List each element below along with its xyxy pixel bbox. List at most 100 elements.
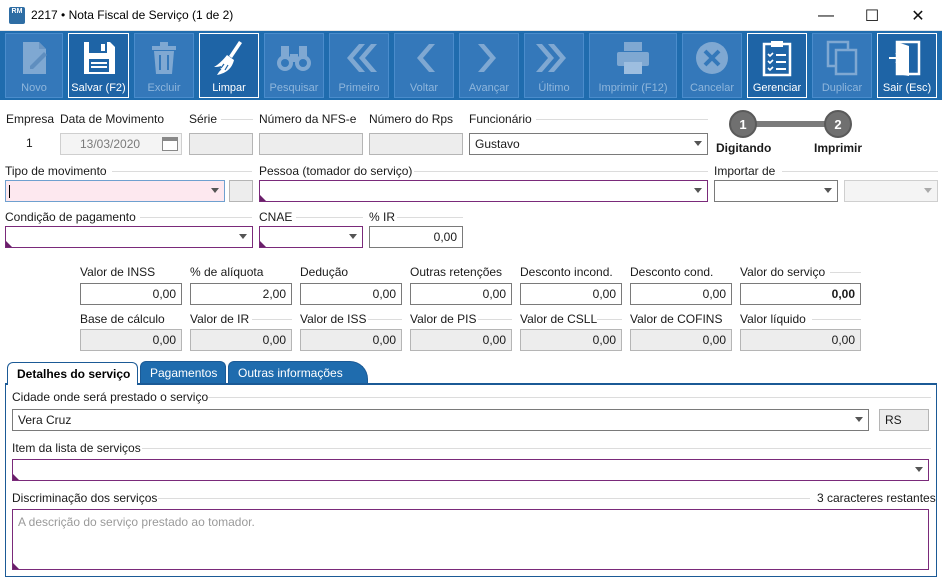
double-chevron-left-icon xyxy=(347,44,377,72)
ir-percent-label: % IR xyxy=(369,210,396,224)
step-2-label: Imprimir xyxy=(814,141,863,155)
salvar-button[interactable]: Salvar (F2) xyxy=(68,33,129,98)
data-movimento-field[interactable]: 13/03/2020 xyxy=(60,133,182,155)
empresa-label: Empresa xyxy=(6,112,55,126)
calendar-icon[interactable] xyxy=(162,137,178,151)
gerenciar-button[interactable]: Gerenciar xyxy=(747,33,807,98)
numero-nfse-label: Número da NFS-e xyxy=(259,112,357,126)
numero-rps-field xyxy=(369,133,463,155)
aliquota-label: % de alíquota xyxy=(190,265,264,279)
funcionario-label: Funcionário xyxy=(469,112,532,126)
valor-inss-label: Valor de INSS xyxy=(80,265,156,279)
clipboard-checklist-icon xyxy=(762,41,792,77)
exit-door-icon xyxy=(889,40,921,76)
maximize-button[interactable]: ☐ xyxy=(849,0,895,31)
deducao-input[interactable]: 0,00 xyxy=(300,283,402,305)
novo-button[interactable]: Novo xyxy=(5,33,63,98)
serie-field xyxy=(189,133,253,155)
base-calculo-label: Base de cálculo xyxy=(80,312,165,326)
desconto-incond-input[interactable]: 0,00 xyxy=(520,283,622,305)
duplicar-button[interactable]: Duplicar xyxy=(812,33,872,98)
chevron-down-icon xyxy=(915,467,923,472)
valor-cofins-field: 0,00 xyxy=(630,329,732,351)
serie-label: Série xyxy=(189,112,218,126)
funcionario-select[interactable]: Gustavo xyxy=(469,133,708,155)
data-movimento-label: Data de Movimento xyxy=(60,112,165,126)
trash-icon xyxy=(152,42,176,74)
window-title: 2217 • Nota Fiscal de Serviço (1 de 2) xyxy=(31,8,234,22)
step-2-circle: 2 xyxy=(824,110,852,138)
ultimo-button[interactable]: Último xyxy=(524,33,584,98)
chevron-down-icon xyxy=(211,188,219,193)
chevron-down-icon xyxy=(855,417,863,422)
importar-label: Importar de xyxy=(714,164,776,178)
valor-servico-label: Valor do serviço xyxy=(740,265,826,279)
cancelar-button[interactable]: Cancelar xyxy=(682,33,742,98)
tab-pagamentos[interactable]: Pagamentos xyxy=(140,361,226,384)
condicao-pagamento-label: Condição de pagamento xyxy=(5,210,136,224)
chevron-down-icon xyxy=(694,141,702,146)
tipo-movimento-code xyxy=(229,180,253,202)
cidade-select[interactable]: Vera Cruz xyxy=(12,409,869,431)
save-icon xyxy=(83,42,115,74)
empresa-value: 1 xyxy=(26,136,33,150)
cnae-select[interactable] xyxy=(259,226,363,248)
valor-inss-input[interactable]: 0,00 xyxy=(80,283,182,305)
chevron-down-icon xyxy=(694,188,702,193)
valor-iss-label: Valor de ISS xyxy=(300,312,367,326)
double-chevron-right-icon xyxy=(536,44,566,72)
toolbar: Novo Salvar (F2) Excluir Limpar Pesquisa… xyxy=(0,31,942,100)
chevron-down-icon xyxy=(824,188,832,193)
primeiro-button[interactable]: Primeiro xyxy=(329,33,389,98)
close-window-button[interactable]: ✕ xyxy=(895,0,941,31)
tab-detalhes-servico[interactable]: Detalhes do serviço xyxy=(7,362,138,385)
step-1-label: Digitando xyxy=(716,141,772,155)
step-1-circle: 1 xyxy=(729,110,757,138)
valor-servico-input[interactable]: 0,00 xyxy=(740,283,861,305)
desconto-cond-label: Desconto cond. xyxy=(630,265,714,279)
discriminacao-label: Discriminação dos serviços xyxy=(12,491,158,505)
valor-csll-field: 0,00 xyxy=(520,329,622,351)
chevron-down-icon xyxy=(924,188,932,193)
item-lista-select[interactable] xyxy=(12,459,929,481)
avancar-button[interactable]: Avançar xyxy=(459,33,519,98)
step-connector xyxy=(752,121,830,127)
outras-retencoes-label: Outras retenções xyxy=(410,265,503,279)
importar-secondary-select xyxy=(844,180,938,202)
sair-button[interactable]: Sair (Esc) xyxy=(877,33,937,98)
desconto-cond-input[interactable]: 0,00 xyxy=(630,283,732,305)
valor-csll-label: Valor de CSLL xyxy=(520,312,598,326)
aliquota-input[interactable]: 2,00 xyxy=(190,283,292,305)
chevron-down-icon xyxy=(239,234,247,239)
valor-iss-field: 0,00 xyxy=(300,329,402,351)
tipo-movimento-select[interactable] xyxy=(5,180,225,202)
valor-liquido-label: Valor líquido xyxy=(740,312,806,326)
imprimir-button[interactable]: Imprimir (F12) xyxy=(589,33,677,98)
pesquisar-button[interactable]: Pesquisar xyxy=(264,33,324,98)
text-cursor xyxy=(9,185,10,198)
valor-pis-label: Valor de PIS xyxy=(410,312,477,326)
limpar-button[interactable]: Limpar xyxy=(199,33,259,98)
binoculars-icon xyxy=(277,46,311,71)
importar-select[interactable] xyxy=(714,180,838,202)
outras-retencoes-input[interactable]: 0,00 xyxy=(410,283,512,305)
valor-cofins-label: Valor de COFINS xyxy=(630,312,723,326)
numero-nfse-field xyxy=(259,133,363,155)
excluir-button[interactable]: Excluir xyxy=(134,33,194,98)
broom-icon xyxy=(214,41,242,75)
item-lista-label: Item da lista de serviços xyxy=(12,441,141,455)
ir-percent-input[interactable]: 0,00 xyxy=(369,226,463,248)
pessoa-select[interactable] xyxy=(259,180,708,202)
voltar-button[interactable]: Voltar xyxy=(394,33,454,98)
discriminacao-textarea[interactable]: A descrição do serviço prestado ao tomad… xyxy=(12,509,929,570)
condicao-pagamento-select[interactable] xyxy=(5,226,253,248)
tab-outras-informacoes[interactable]: Outras informações xyxy=(228,361,368,384)
duplicate-icon xyxy=(826,40,858,76)
app-icon: RM xyxy=(9,7,25,24)
valor-liquido-field: 0,00 xyxy=(740,329,861,351)
valor-ir-field: 0,00 xyxy=(190,329,292,351)
minimize-button[interactable]: — xyxy=(803,0,849,31)
deducao-label: Dedução xyxy=(300,265,349,279)
desconto-incond-label: Desconto incond. xyxy=(520,265,613,279)
chevron-down-icon xyxy=(349,234,357,239)
